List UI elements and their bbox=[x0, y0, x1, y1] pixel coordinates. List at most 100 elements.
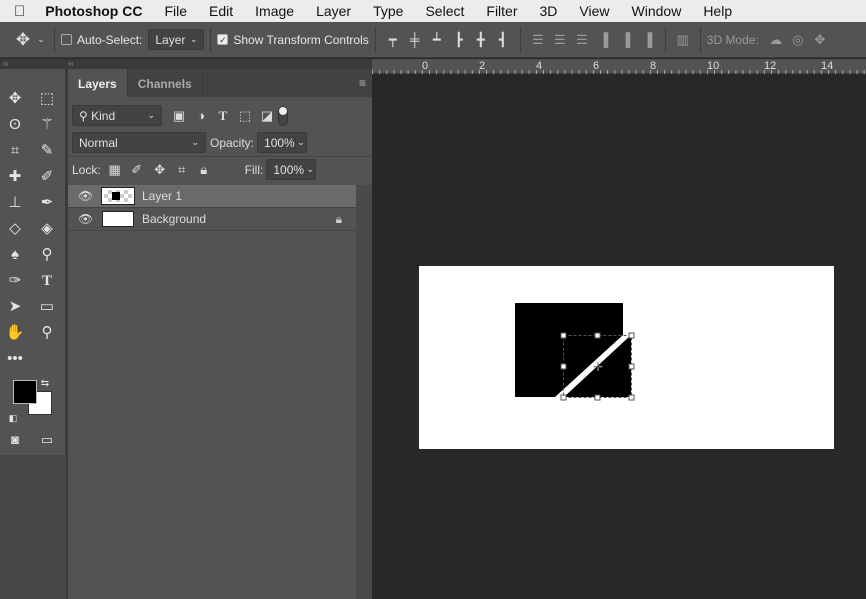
menu-filter[interactable]: Filter bbox=[486, 3, 517, 19]
clone-stamp-tool-icon[interactable]: ⊥ bbox=[2, 192, 28, 214]
eye-icon[interactable]: 👁︎ bbox=[78, 212, 93, 226]
menu-image[interactable]: Image bbox=[255, 3, 294, 19]
pen-tool-icon[interactable]: ✑ bbox=[2, 270, 28, 292]
app-menu[interactable]: Photoshop CC bbox=[45, 3, 142, 19]
filter-smart-object-icon[interactable]: ◪ bbox=[256, 108, 278, 124]
menu-edit[interactable]: Edit bbox=[209, 3, 233, 19]
menu-file[interactable]: File bbox=[164, 3, 187, 19]
distribute-hcenter-icon[interactable]: ▐ bbox=[615, 32, 637, 47]
lock-artboard-icon[interactable]: ⌗ bbox=[171, 162, 193, 178]
menu-type[interactable]: Type bbox=[373, 3, 403, 19]
magic-wand-tool-icon[interactable]: ⚚ bbox=[34, 114, 60, 136]
filter-toggle[interactable] bbox=[278, 105, 288, 126]
layer-row-background[interactable]: 👁︎ Background 🔒︎ bbox=[68, 208, 356, 231]
filter-type-icon[interactable]: T bbox=[212, 108, 234, 124]
filter-kind-dropdown[interactable]: ⚲ Kind ⌄ bbox=[72, 105, 162, 126]
show-transform-checkbox[interactable]: ✓ bbox=[217, 34, 229, 45]
chevron-down-icon[interactable]: ⌄ bbox=[34, 34, 48, 45]
tools-panel: ✥ ⬚ ʘ ⚚ ⌗ ✎ ✚ ✐ ⊥ ✒ ◇ ◈ ♠ ⚲ ✑ T ➤ ▭ ✋ ⚲ … bbox=[0, 69, 66, 455]
rectangle-tool-icon[interactable]: ▭ bbox=[34, 296, 60, 318]
eye-icon[interactable]: 👁︎ bbox=[78, 189, 93, 203]
type-tool-icon[interactable]: T bbox=[34, 270, 60, 292]
distribute-left-icon[interactable]: ▐ bbox=[593, 32, 615, 47]
ruler-tick-label: 4 bbox=[536, 60, 543, 72]
default-colors-icon[interactable]: ◧ bbox=[6, 407, 20, 429]
fill-dropdown-icon[interactable]: ⌄ bbox=[304, 164, 315, 175]
opacity-input[interactable]: 100% ⌄ bbox=[257, 132, 308, 153]
swap-colors-icon[interactable]: ⇆ bbox=[38, 373, 52, 395]
menu-3d[interactable]: 3D bbox=[540, 3, 558, 19]
quick-mask-icon[interactable]: ◙ bbox=[2, 429, 28, 451]
fill-input[interactable]: 100% ⌄ bbox=[266, 159, 317, 180]
layer-thumbnail bbox=[102, 211, 134, 227]
menu-select[interactable]: Select bbox=[425, 3, 464, 19]
horizontal-ruler: 0 2 4 6 8 10 12 14 bbox=[372, 59, 866, 74]
path-selection-tool-icon[interactable]: ➤ bbox=[2, 296, 28, 318]
auto-select-value: Layer bbox=[155, 32, 186, 47]
align-vcenter-icon[interactable]: ╪ bbox=[404, 32, 426, 47]
tab-layers[interactable]: Layers bbox=[68, 69, 128, 97]
move-tool-icon[interactable]: ✥ bbox=[2, 88, 28, 110]
auto-select-dropdown[interactable]: Layer ⌄ bbox=[148, 29, 205, 50]
paint-bucket-tool-icon[interactable]: ◈ bbox=[34, 218, 60, 240]
marquee-tool-icon[interactable]: ⬚ bbox=[34, 88, 60, 110]
more-tools-icon[interactable]: ••• bbox=[2, 348, 28, 370]
menu-view[interactable]: View bbox=[579, 3, 609, 19]
3d-orbit-icon[interactable]: ☁ bbox=[765, 32, 787, 48]
auto-select-checkbox[interactable] bbox=[61, 34, 72, 45]
filter-adjustment-icon[interactable]: ◑ bbox=[190, 108, 212, 123]
menu-layer[interactable]: Layer bbox=[316, 3, 351, 19]
align-hcenter-icon[interactable]: ╋ bbox=[470, 32, 492, 48]
screen-mode-icon[interactable]: ▭ bbox=[34, 429, 60, 451]
tab-channels[interactable]: Channels bbox=[128, 69, 203, 97]
opacity-label: Opacity: bbox=[210, 135, 255, 150]
menu-help[interactable]: Help bbox=[703, 3, 732, 19]
align-bottom-icon[interactable]: ┷ bbox=[426, 32, 448, 48]
blend-mode-dropdown[interactable]: Normal ⌄ bbox=[72, 132, 206, 153]
auto-align-icon[interactable]: ▥ bbox=[672, 32, 694, 48]
move-tool-icon[interactable]: ✥ bbox=[12, 30, 34, 50]
distribute-right-icon[interactable]: ▐ bbox=[637, 32, 659, 47]
history-brush-tool-icon[interactable]: ✒ bbox=[34, 192, 60, 214]
3d-pan-icon[interactable]: ✥ bbox=[809, 32, 831, 48]
document-canvas[interactable]: ✛ bbox=[419, 266, 834, 449]
lock-position-icon[interactable]: ✥ bbox=[149, 162, 171, 178]
foreground-color-swatch[interactable] bbox=[13, 380, 37, 404]
distribute-bottom-icon[interactable]: ☰ bbox=[571, 32, 593, 48]
dodge-tool-icon[interactable]: ⚲ bbox=[34, 244, 60, 266]
filter-pixel-icon[interactable]: ▣ bbox=[168, 108, 190, 124]
menu-window[interactable]: Window bbox=[632, 3, 682, 19]
layers-scrollbar[interactable] bbox=[356, 185, 372, 599]
lock-image-icon[interactable]: ✐ bbox=[125, 162, 149, 178]
fill-value: 100% bbox=[273, 162, 305, 177]
blur-tool-icon[interactable]: ♠ bbox=[2, 244, 28, 266]
filter-kind-value: Kind bbox=[91, 108, 116, 123]
eyedropper-tool-icon[interactable]: ✎ bbox=[34, 140, 60, 162]
opacity-dropdown-icon[interactable]: ⌄ bbox=[294, 137, 306, 148]
align-right-icon[interactable]: ┫ bbox=[492, 32, 514, 48]
lock-all-icon[interactable]: 🔒︎ bbox=[193, 162, 215, 178]
lasso-tool-icon[interactable]: ʘ bbox=[2, 114, 28, 136]
lock-transparent-icon[interactable]: ▦ bbox=[105, 162, 125, 178]
distribute-vcenter-icon[interactable]: ☰ bbox=[549, 32, 571, 48]
panel-collapse-bar: ‹‹ ‹‹ bbox=[0, 59, 372, 69]
brush-tool-icon[interactable]: ✐ bbox=[34, 166, 60, 188]
panel-menu-icon[interactable]: ≡ bbox=[359, 76, 366, 90]
distribute-top-icon[interactable]: ☰ bbox=[527, 32, 549, 48]
ruler-tick-label: 8 bbox=[650, 60, 657, 72]
ruler-tick-label: 10 bbox=[707, 60, 720, 72]
eraser-tool-icon[interactable]: ◇ bbox=[2, 218, 28, 240]
3d-roll-icon[interactable]: ◎ bbox=[787, 32, 809, 48]
healing-brush-tool-icon[interactable]: ✚ bbox=[2, 166, 28, 188]
transform-center-icon[interactable]: ✛ bbox=[593, 360, 603, 374]
align-top-icon[interactable]: ┯ bbox=[382, 32, 404, 48]
crop-tool-icon[interactable]: ⌗ bbox=[2, 140, 28, 162]
filter-shape-icon[interactable]: ⬚ bbox=[234, 108, 256, 124]
zoom-tool-icon[interactable]: ⚲ bbox=[34, 322, 60, 344]
show-transform-label: Show Transform Controls bbox=[233, 32, 369, 47]
align-left-icon[interactable]: ┣ bbox=[448, 32, 470, 48]
layer-row-layer-1[interactable]: 👁︎ Layer 1 bbox=[68, 185, 356, 208]
opacity-value: 100% bbox=[264, 135, 295, 150]
hand-tool-icon[interactable]: ✋ bbox=[2, 322, 28, 344]
apple-menu-icon[interactable]:  bbox=[14, 3, 25, 20]
